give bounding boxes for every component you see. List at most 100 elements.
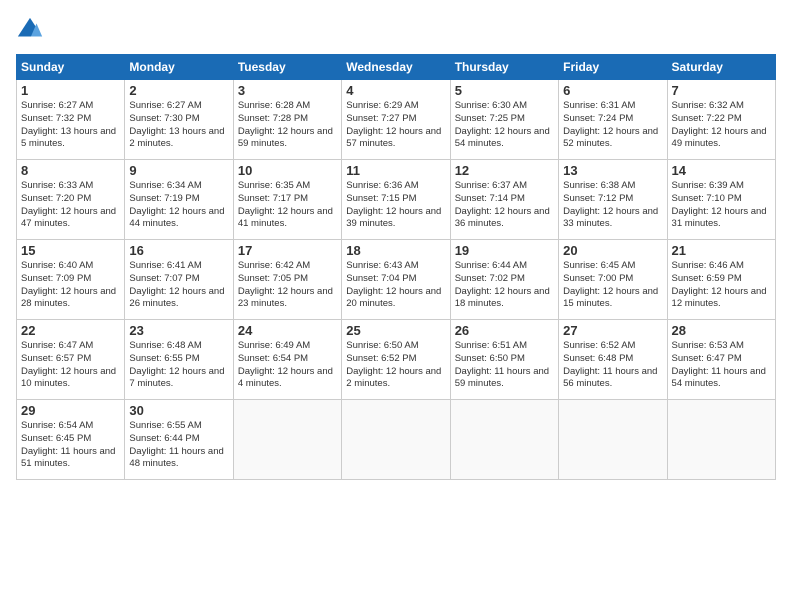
day-detail: Sunrise: 6:51 AMSunset: 6:50 PMDaylight:…	[455, 340, 549, 389]
day-number: 11	[346, 163, 445, 178]
calendar-cell: 27 Sunrise: 6:52 AMSunset: 6:48 PMDaylig…	[559, 320, 667, 400]
page: SundayMondayTuesdayWednesdayThursdayFrid…	[0, 0, 792, 612]
day-detail: Sunrise: 6:47 AMSunset: 6:57 PMDaylight:…	[21, 340, 116, 389]
day-number: 27	[563, 323, 662, 338]
weekday-header: Thursday	[450, 55, 558, 80]
day-number: 12	[455, 163, 554, 178]
day-number: 26	[455, 323, 554, 338]
calendar-cell: 19 Sunrise: 6:44 AMSunset: 7:02 PMDaylig…	[450, 240, 558, 320]
day-detail: Sunrise: 6:36 AMSunset: 7:15 PMDaylight:…	[346, 180, 441, 229]
day-detail: Sunrise: 6:45 AMSunset: 7:00 PMDaylight:…	[563, 260, 658, 309]
day-number: 19	[455, 243, 554, 258]
calendar-cell: 28 Sunrise: 6:53 AMSunset: 6:47 PMDaylig…	[667, 320, 775, 400]
calendar-cell	[450, 400, 558, 480]
calendar-week-row: 22 Sunrise: 6:47 AMSunset: 6:57 PMDaylig…	[17, 320, 776, 400]
day-number: 14	[672, 163, 771, 178]
day-detail: Sunrise: 6:43 AMSunset: 7:04 PMDaylight:…	[346, 260, 441, 309]
header	[16, 16, 776, 44]
calendar-cell: 9 Sunrise: 6:34 AMSunset: 7:19 PMDayligh…	[125, 160, 233, 240]
calendar-cell: 15 Sunrise: 6:40 AMSunset: 7:09 PMDaylig…	[17, 240, 125, 320]
day-number: 17	[238, 243, 337, 258]
day-number: 22	[21, 323, 120, 338]
day-number: 2	[129, 83, 228, 98]
day-number: 5	[455, 83, 554, 98]
calendar-cell: 22 Sunrise: 6:47 AMSunset: 6:57 PMDaylig…	[17, 320, 125, 400]
day-number: 24	[238, 323, 337, 338]
calendar-cell: 5 Sunrise: 6:30 AMSunset: 7:25 PMDayligh…	[450, 80, 558, 160]
calendar-cell: 20 Sunrise: 6:45 AMSunset: 7:00 PMDaylig…	[559, 240, 667, 320]
calendar-cell: 17 Sunrise: 6:42 AMSunset: 7:05 PMDaylig…	[233, 240, 341, 320]
day-number: 1	[21, 83, 120, 98]
calendar-cell: 4 Sunrise: 6:29 AMSunset: 7:27 PMDayligh…	[342, 80, 450, 160]
header-row: SundayMondayTuesdayWednesdayThursdayFrid…	[17, 55, 776, 80]
day-number: 20	[563, 243, 662, 258]
calendar-cell	[342, 400, 450, 480]
day-number: 29	[21, 403, 120, 418]
day-number: 8	[21, 163, 120, 178]
day-detail: Sunrise: 6:46 AMSunset: 6:59 PMDaylight:…	[672, 260, 767, 309]
day-number: 16	[129, 243, 228, 258]
day-number: 3	[238, 83, 337, 98]
day-detail: Sunrise: 6:28 AMSunset: 7:28 PMDaylight:…	[238, 100, 333, 149]
day-detail: Sunrise: 6:40 AMSunset: 7:09 PMDaylight:…	[21, 260, 116, 309]
calendar-week-row: 1 Sunrise: 6:27 AMSunset: 7:32 PMDayligh…	[17, 80, 776, 160]
day-number: 21	[672, 243, 771, 258]
day-detail: Sunrise: 6:52 AMSunset: 6:48 PMDaylight:…	[563, 340, 657, 389]
day-detail: Sunrise: 6:33 AMSunset: 7:20 PMDaylight:…	[21, 180, 116, 229]
calendar-cell: 14 Sunrise: 6:39 AMSunset: 7:10 PMDaylig…	[667, 160, 775, 240]
day-detail: Sunrise: 6:50 AMSunset: 6:52 PMDaylight:…	[346, 340, 441, 389]
logo	[16, 16, 46, 44]
calendar: SundayMondayTuesdayWednesdayThursdayFrid…	[16, 54, 776, 480]
day-number: 13	[563, 163, 662, 178]
calendar-week-row: 29 Sunrise: 6:54 AMSunset: 6:45 PMDaylig…	[17, 400, 776, 480]
day-number: 18	[346, 243, 445, 258]
day-number: 10	[238, 163, 337, 178]
logo-icon	[16, 16, 44, 44]
day-detail: Sunrise: 6:37 AMSunset: 7:14 PMDaylight:…	[455, 180, 550, 229]
calendar-week-row: 8 Sunrise: 6:33 AMSunset: 7:20 PMDayligh…	[17, 160, 776, 240]
calendar-cell: 29 Sunrise: 6:54 AMSunset: 6:45 PMDaylig…	[17, 400, 125, 480]
day-detail: Sunrise: 6:55 AMSunset: 6:44 PMDaylight:…	[129, 420, 223, 469]
day-detail: Sunrise: 6:49 AMSunset: 6:54 PMDaylight:…	[238, 340, 333, 389]
calendar-cell	[667, 400, 775, 480]
weekday-header: Saturday	[667, 55, 775, 80]
day-detail: Sunrise: 6:30 AMSunset: 7:25 PMDaylight:…	[455, 100, 550, 149]
calendar-cell: 21 Sunrise: 6:46 AMSunset: 6:59 PMDaylig…	[667, 240, 775, 320]
day-detail: Sunrise: 6:31 AMSunset: 7:24 PMDaylight:…	[563, 100, 658, 149]
day-detail: Sunrise: 6:29 AMSunset: 7:27 PMDaylight:…	[346, 100, 441, 149]
weekday-header: Tuesday	[233, 55, 341, 80]
calendar-cell: 1 Sunrise: 6:27 AMSunset: 7:32 PMDayligh…	[17, 80, 125, 160]
day-detail: Sunrise: 6:48 AMSunset: 6:55 PMDaylight:…	[129, 340, 224, 389]
day-number: 15	[21, 243, 120, 258]
calendar-week-row: 15 Sunrise: 6:40 AMSunset: 7:09 PMDaylig…	[17, 240, 776, 320]
day-number: 7	[672, 83, 771, 98]
day-detail: Sunrise: 6:27 AMSunset: 7:30 PMDaylight:…	[129, 100, 224, 149]
calendar-cell: 6 Sunrise: 6:31 AMSunset: 7:24 PMDayligh…	[559, 80, 667, 160]
calendar-cell: 7 Sunrise: 6:32 AMSunset: 7:22 PMDayligh…	[667, 80, 775, 160]
weekday-header: Friday	[559, 55, 667, 80]
calendar-cell: 24 Sunrise: 6:49 AMSunset: 6:54 PMDaylig…	[233, 320, 341, 400]
calendar-cell: 26 Sunrise: 6:51 AMSunset: 6:50 PMDaylig…	[450, 320, 558, 400]
calendar-body: 1 Sunrise: 6:27 AMSunset: 7:32 PMDayligh…	[17, 80, 776, 480]
weekday-header: Wednesday	[342, 55, 450, 80]
day-detail: Sunrise: 6:54 AMSunset: 6:45 PMDaylight:…	[21, 420, 115, 469]
calendar-cell: 16 Sunrise: 6:41 AMSunset: 7:07 PMDaylig…	[125, 240, 233, 320]
day-detail: Sunrise: 6:39 AMSunset: 7:10 PMDaylight:…	[672, 180, 767, 229]
day-detail: Sunrise: 6:27 AMSunset: 7:32 PMDaylight:…	[21, 100, 116, 149]
calendar-cell: 30 Sunrise: 6:55 AMSunset: 6:44 PMDaylig…	[125, 400, 233, 480]
calendar-header: SundayMondayTuesdayWednesdayThursdayFrid…	[17, 55, 776, 80]
calendar-cell: 10 Sunrise: 6:35 AMSunset: 7:17 PMDaylig…	[233, 160, 341, 240]
day-detail: Sunrise: 6:35 AMSunset: 7:17 PMDaylight:…	[238, 180, 333, 229]
calendar-cell	[559, 400, 667, 480]
day-number: 30	[129, 403, 228, 418]
day-detail: Sunrise: 6:44 AMSunset: 7:02 PMDaylight:…	[455, 260, 550, 309]
day-number: 23	[129, 323, 228, 338]
calendar-cell: 18 Sunrise: 6:43 AMSunset: 7:04 PMDaylig…	[342, 240, 450, 320]
calendar-cell: 2 Sunrise: 6:27 AMSunset: 7:30 PMDayligh…	[125, 80, 233, 160]
calendar-cell: 8 Sunrise: 6:33 AMSunset: 7:20 PMDayligh…	[17, 160, 125, 240]
day-number: 25	[346, 323, 445, 338]
calendar-cell: 23 Sunrise: 6:48 AMSunset: 6:55 PMDaylig…	[125, 320, 233, 400]
weekday-header: Sunday	[17, 55, 125, 80]
calendar-cell	[233, 400, 341, 480]
day-number: 28	[672, 323, 771, 338]
